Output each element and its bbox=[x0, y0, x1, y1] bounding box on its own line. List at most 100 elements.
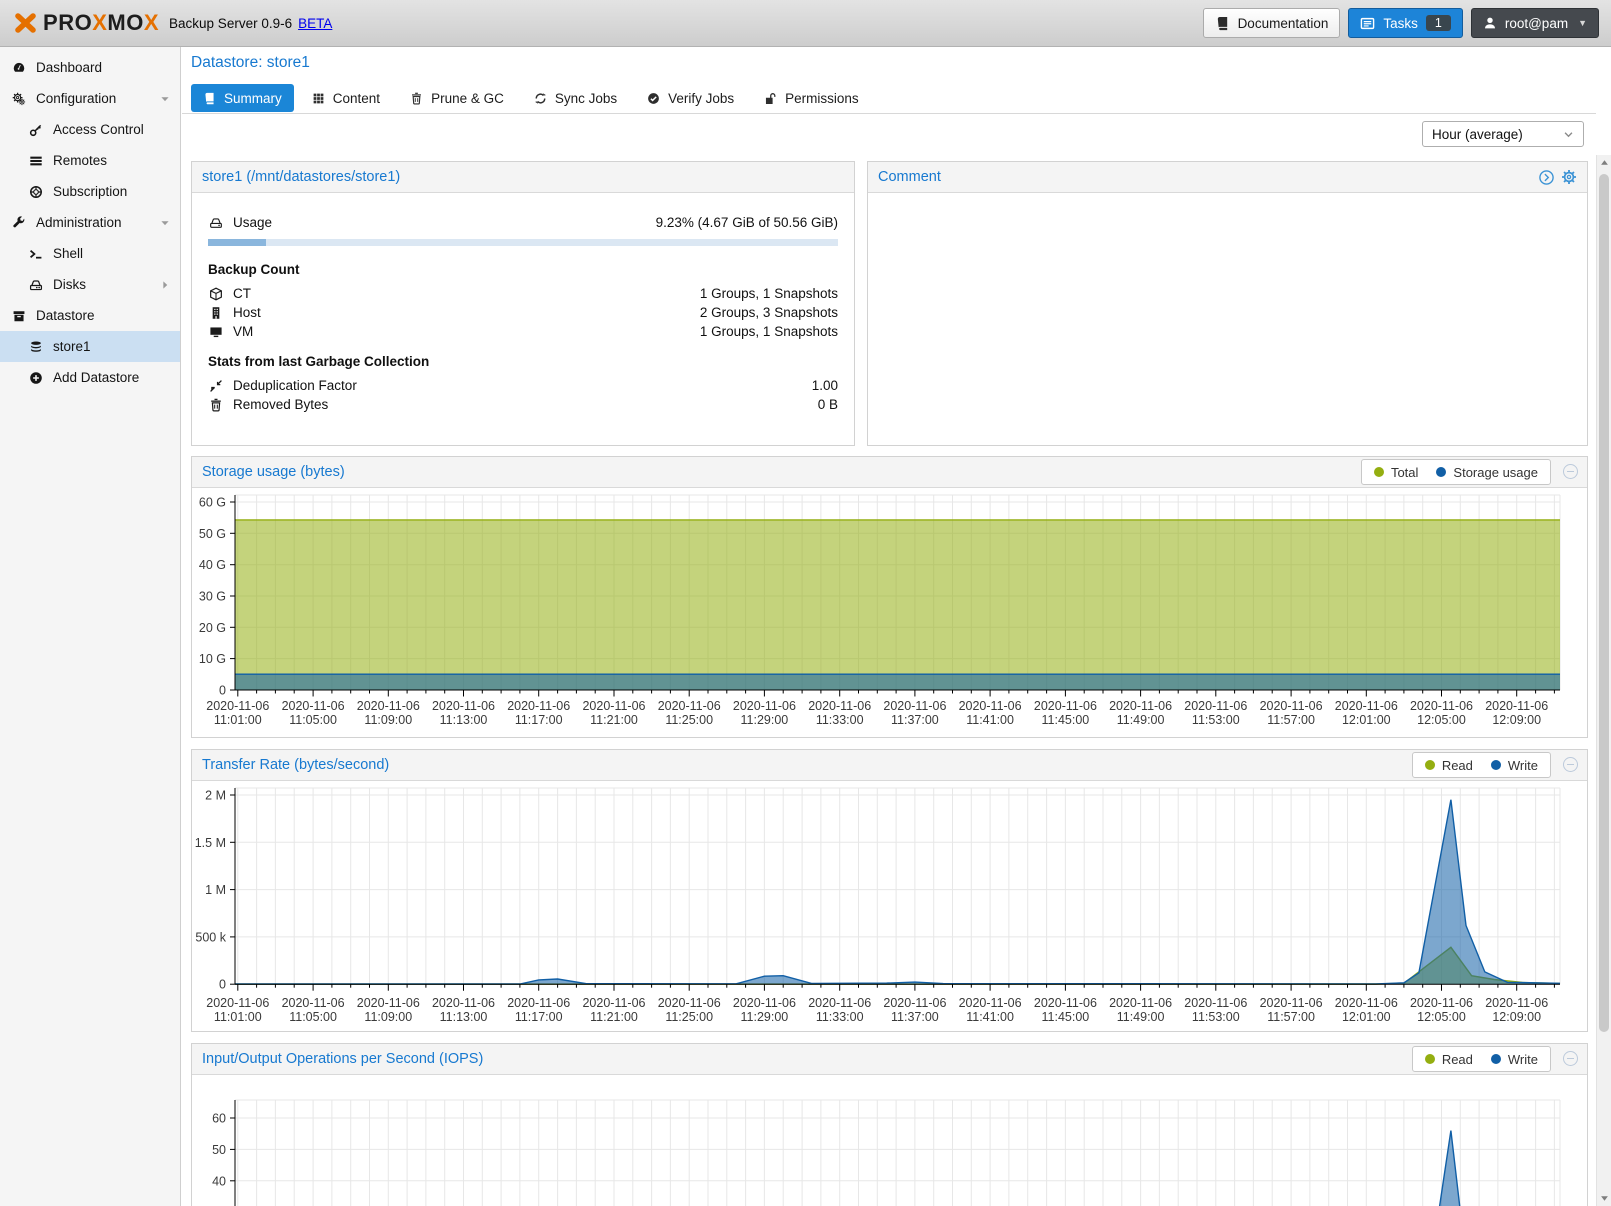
caret-down-icon[interactable] bbox=[159, 93, 171, 105]
terminal-icon bbox=[28, 247, 44, 261]
svg-text:2020-11-06: 2020-11-06 bbox=[507, 699, 570, 713]
sidebar-item-subscription[interactable]: Subscription bbox=[0, 176, 180, 207]
chart-header: Transfer Rate (bytes/second)ReadWrite bbox=[192, 750, 1587, 781]
scrollbar-thumb[interactable] bbox=[1599, 174, 1609, 1032]
svg-text:11:37:00: 11:37:00 bbox=[891, 1010, 939, 1024]
tasks-label: Tasks bbox=[1383, 16, 1418, 31]
trash-icon bbox=[208, 398, 224, 412]
chevron-circle-icon[interactable] bbox=[1538, 169, 1555, 186]
toolbar: Hour (average) bbox=[182, 114, 1596, 153]
sidebar-item-shell[interactable]: Shell bbox=[0, 238, 180, 269]
proxmox-x-icon bbox=[12, 11, 39, 35]
collapse-icon[interactable] bbox=[1563, 1051, 1578, 1066]
time-range-select[interactable]: Hour (average) bbox=[1422, 121, 1584, 147]
svg-text:2020-11-06: 2020-11-06 bbox=[432, 699, 495, 713]
time-range-value: Hour (average) bbox=[1432, 127, 1523, 142]
sidebar-item-administration[interactable]: Administration bbox=[0, 207, 180, 238]
comment-body[interactable] bbox=[868, 193, 1587, 476]
svg-text:2020-11-06: 2020-11-06 bbox=[808, 996, 871, 1010]
sidebar-item-datastore[interactable]: Datastore bbox=[0, 300, 180, 331]
tab-label: Summary bbox=[224, 91, 282, 106]
tab-verify-jobs[interactable]: Verify Jobs bbox=[635, 84, 746, 112]
svg-text:11:09:00: 11:09:00 bbox=[364, 1010, 412, 1024]
gears-icon bbox=[11, 92, 27, 106]
gc-stats-heading: Stats from last Garbage Collection bbox=[208, 352, 838, 371]
svg-text:2020-11-06: 2020-11-06 bbox=[733, 699, 796, 713]
legend-item-total[interactable]: Total bbox=[1374, 465, 1418, 480]
tab-content[interactable]: Content bbox=[300, 84, 392, 112]
grid-icon bbox=[312, 92, 325, 105]
compress-icon bbox=[208, 379, 224, 393]
caret-down-icon[interactable] bbox=[159, 217, 171, 229]
page-title: Datastore: store1 bbox=[191, 53, 1596, 73]
legend-item-write[interactable]: Write bbox=[1491, 758, 1538, 773]
collapse-icon[interactable] bbox=[1563, 757, 1578, 772]
svg-text:60: 60 bbox=[212, 1112, 226, 1126]
usage-row: Usage9.23% (4.67 GiB of 50.56 GiB) bbox=[208, 213, 838, 232]
svg-text:11:01:00: 11:01:00 bbox=[214, 1010, 262, 1024]
sidebar-item-store1[interactable]: store1 bbox=[0, 331, 180, 362]
svg-text:2020-11-06: 2020-11-06 bbox=[883, 996, 946, 1010]
svg-text:2020-11-06: 2020-11-06 bbox=[582, 996, 645, 1010]
legend-item-storage-usage[interactable]: Storage usage bbox=[1436, 465, 1538, 480]
tab-sync-jobs[interactable]: Sync Jobs bbox=[522, 84, 629, 112]
scroll-up-button[interactable] bbox=[1597, 155, 1611, 170]
svg-text:12:09:00: 12:09:00 bbox=[1492, 713, 1541, 727]
sidebar-item-dashboard[interactable]: Dashboard bbox=[0, 52, 180, 83]
svg-text:2020-11-06: 2020-11-06 bbox=[1184, 996, 1247, 1010]
database-icon bbox=[28, 340, 44, 354]
beta-link[interactable]: BETA bbox=[298, 16, 332, 31]
sidebar-item-label: Disks bbox=[53, 277, 86, 292]
book-icon bbox=[203, 92, 216, 105]
legend-item-write[interactable]: Write bbox=[1491, 1052, 1538, 1067]
svg-text:2020-11-06: 2020-11-06 bbox=[1109, 996, 1172, 1010]
gc-row: Removed Bytes0 B bbox=[208, 395, 838, 414]
svg-text:2020-11-06: 2020-11-06 bbox=[282, 699, 345, 713]
sidebar-item-disks[interactable]: Disks bbox=[0, 269, 180, 300]
documentation-label: Documentation bbox=[1238, 16, 1329, 31]
scroll-down-button[interactable] bbox=[1597, 1191, 1611, 1206]
user-menu-button[interactable]: root@pam ▼ bbox=[1471, 8, 1599, 38]
header-actions: Documentation Tasks 1 root@pam ▼ bbox=[1203, 8, 1599, 38]
sidebar-item-configuration[interactable]: Configuration bbox=[0, 83, 180, 114]
chart-body: 60 G50 G40 G30 G20 G10 G02020-11-0611:01… bbox=[192, 488, 1587, 737]
user-icon bbox=[1483, 16, 1497, 30]
display-icon bbox=[208, 325, 224, 339]
tab-prune-gc[interactable]: Prune & GC bbox=[398, 84, 516, 112]
svg-text:2020-11-06: 2020-11-06 bbox=[1034, 996, 1097, 1010]
svg-text:11:01:00: 11:01:00 bbox=[214, 713, 262, 727]
svg-text:2020-11-06: 2020-11-06 bbox=[658, 996, 721, 1010]
app-window: PROXMOX Backup Server 0.9-6 BETA Documen… bbox=[0, 0, 1611, 1206]
svg-text:11:13:00: 11:13:00 bbox=[440, 1010, 488, 1024]
sidebar-item-label: store1 bbox=[53, 339, 91, 354]
chart-body: 60504030201002020-11-0611:01:002020-11-0… bbox=[192, 1075, 1587, 1206]
legend-dot-icon bbox=[1425, 1054, 1435, 1064]
tab-label: Permissions bbox=[785, 91, 859, 106]
sidebar-item-label: Datastore bbox=[36, 308, 95, 323]
tasks-button[interactable]: Tasks 1 bbox=[1348, 8, 1462, 38]
row-label: CT bbox=[233, 286, 251, 301]
svg-text:11:49:00: 11:49:00 bbox=[1117, 713, 1165, 727]
svg-text:11:45:00: 11:45:00 bbox=[1042, 713, 1090, 727]
documentation-button[interactable]: Documentation bbox=[1203, 8, 1341, 38]
svg-text:2020-11-06: 2020-11-06 bbox=[1260, 699, 1323, 713]
chart-title: Input/Output Operations per Second (IOPS… bbox=[202, 1051, 483, 1067]
collapse-icon[interactable] bbox=[1563, 464, 1578, 479]
legend-item-read[interactable]: Read bbox=[1425, 1052, 1473, 1067]
vertical-scrollbar[interactable] bbox=[1596, 155, 1611, 1206]
caret-right-icon[interactable] bbox=[159, 279, 171, 291]
sidebar-item-label: Dashboard bbox=[36, 60, 102, 75]
tab-label: Prune & GC bbox=[431, 91, 504, 106]
gear-icon[interactable] bbox=[1561, 169, 1577, 185]
sidebar-item-label: Administration bbox=[36, 215, 122, 230]
backup-count-row-host: Host2 Groups, 3 Snapshots bbox=[208, 303, 838, 322]
svg-text:11:37:00: 11:37:00 bbox=[891, 713, 939, 727]
row-label: Deduplication Factor bbox=[233, 378, 357, 393]
sidebar-item-access-control[interactable]: Access Control bbox=[0, 114, 180, 145]
sidebar-item-add-datastore[interactable]: Add Datastore bbox=[0, 362, 180, 393]
sidebar-item-remotes[interactable]: Remotes bbox=[0, 145, 180, 176]
legend-item-read[interactable]: Read bbox=[1425, 758, 1473, 773]
row-value: 1.00 bbox=[812, 378, 838, 393]
tab-summary[interactable]: Summary bbox=[191, 84, 294, 112]
tab-permissions[interactable]: Permissions bbox=[752, 84, 871, 112]
